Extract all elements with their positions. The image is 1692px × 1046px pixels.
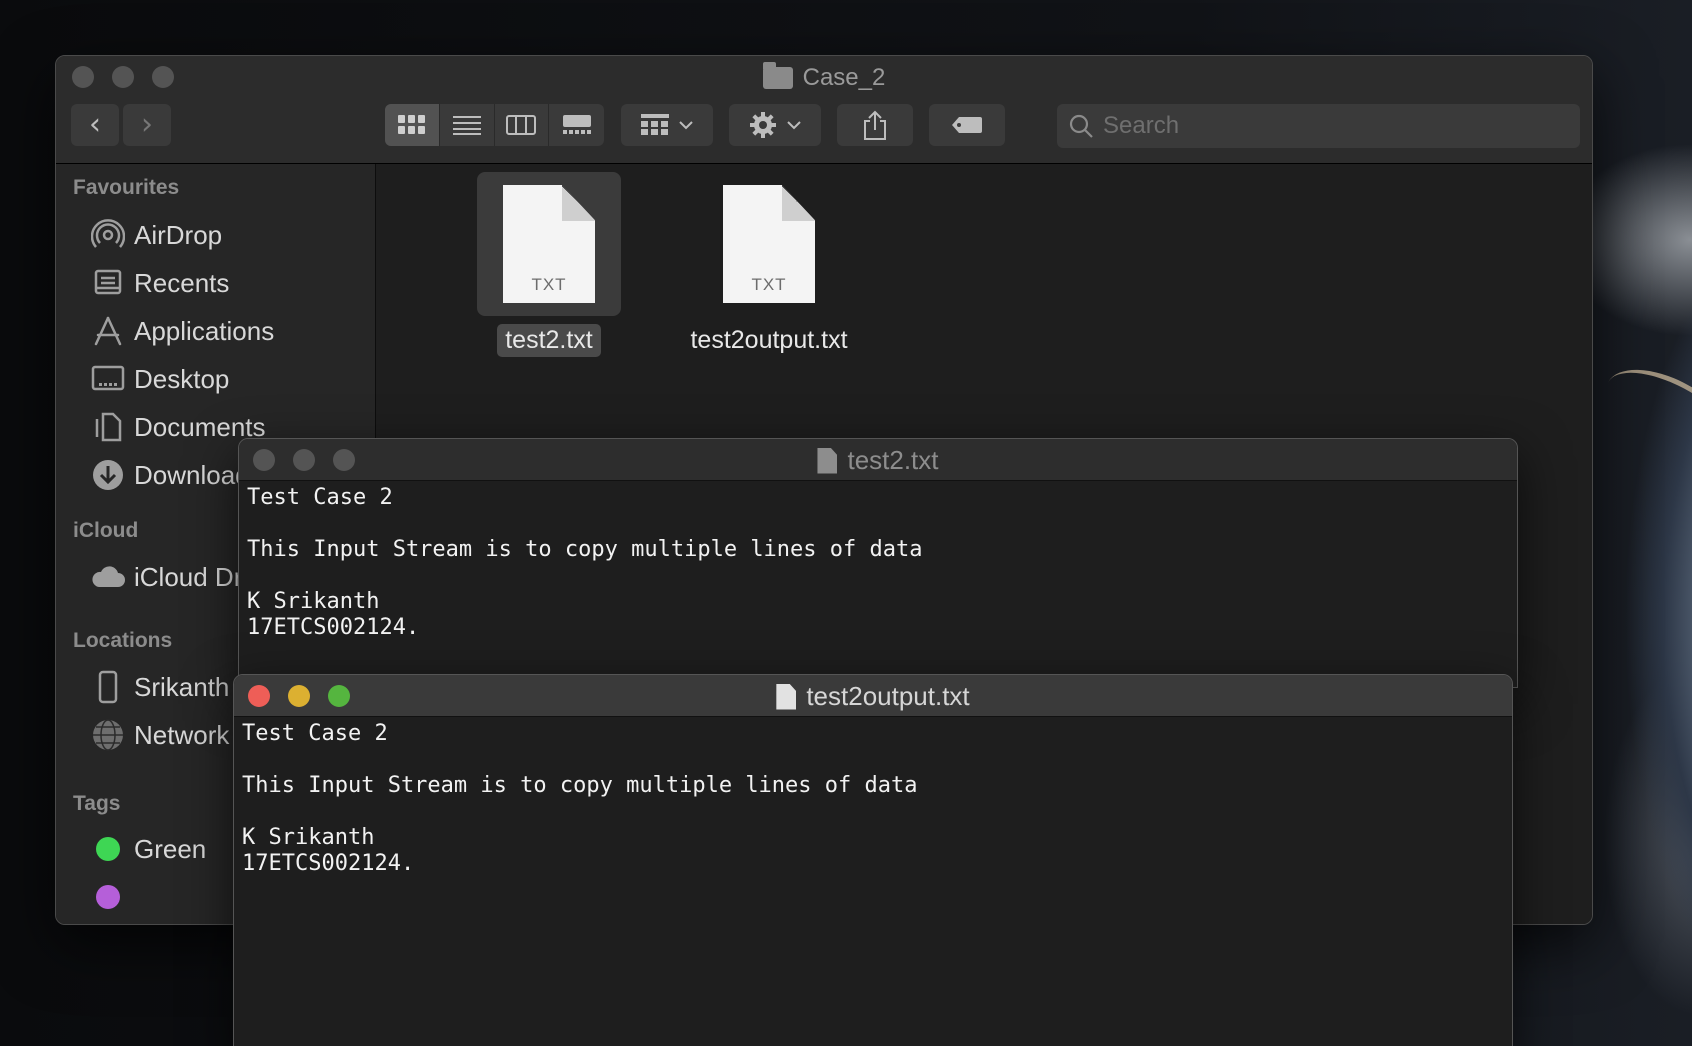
- text-line: This Input Stream is to copy multiple li…: [247, 537, 923, 562]
- network-icon: [90, 717, 126, 753]
- sidebar-item-tag-purple[interactable]: [90, 876, 126, 918]
- group-icon: [641, 114, 669, 135]
- textedit-titlebar: test2.txt: [239, 439, 1517, 481]
- text-line: Test Case 2: [247, 485, 393, 510]
- downloads-icon: [90, 457, 126, 493]
- chevron-down-icon: [787, 121, 801, 130]
- sidebar-header-locations: Locations: [73, 629, 173, 652]
- iphone-icon: [90, 669, 126, 705]
- sidebar-item-label: Srikanth: [134, 671, 230, 702]
- file-thumbnail: TXT: [697, 172, 841, 316]
- sidebar-item-tag-green[interactable]: Green: [90, 828, 206, 870]
- text-file-icon: TXT: [723, 185, 815, 303]
- sidebar-item-label: AirDrop: [134, 219, 223, 250]
- document-icon: [776, 683, 797, 710]
- chevron-down-icon: [679, 121, 693, 130]
- sidebar-header-favourites: Favourites: [73, 176, 180, 199]
- textedit-title: test2.txt: [239, 445, 1517, 476]
- sidebar-item-label: Green: [134, 833, 207, 864]
- gallery-view-icon: [562, 115, 591, 134]
- chevron-right-icon: ›: [141, 107, 153, 142]
- airdrop-icon: [90, 217, 126, 253]
- finder-title-text: Case_2: [802, 64, 886, 91]
- sidebar-item-label: Desktop: [134, 363, 230, 394]
- text-editor-area[interactable]: Test Case 2 This Input Stream is to copy …: [234, 717, 1512, 881]
- search-input[interactable]: [1103, 112, 1563, 140]
- finder-titlebar: Case_2 ‹ ›: [56, 56, 1592, 164]
- gallery-view-button[interactable]: [549, 104, 604, 146]
- share-button[interactable]: [837, 104, 913, 146]
- column-view-button[interactable]: [495, 104, 550, 146]
- file-thumbnail: TXT: [477, 172, 621, 316]
- text-line: K Srikanth: [247, 589, 380, 614]
- share-icon: [864, 110, 886, 140]
- sidebar-item-airdrop[interactable]: AirDrop: [90, 214, 222, 256]
- document-icon: [817, 447, 838, 474]
- sidebar-item-desktop[interactable]: Desktop: [90, 358, 229, 400]
- chevron-left-icon: ‹: [89, 107, 101, 142]
- sidebar-item-iphone[interactable]: Srikanth: [90, 666, 229, 708]
- text-line: [242, 799, 1504, 825]
- textedit-window-test2: test2.txt Test Case 2 This Input Stream i…: [238, 438, 1518, 688]
- applications-icon: [90, 313, 126, 349]
- list-view-icon: [452, 116, 481, 135]
- file-item[interactable]: TXT test2output.txt: [664, 172, 874, 357]
- forward-button[interactable]: ›: [123, 104, 171, 146]
- view-mode-control: [385, 104, 604, 146]
- sidebar-item-downloads[interactable]: Downloads: [90, 454, 263, 496]
- sidebar-item-recents[interactable]: Recents: [90, 262, 229, 304]
- documents-icon: [90, 409, 126, 445]
- purple-tag-dot: [90, 879, 126, 915]
- file-name: test2output.txt: [690, 326, 848, 354]
- textedit-title-text: test2.txt: [847, 445, 939, 475]
- finder-title: Case_2: [56, 62, 1592, 92]
- icloud-icon: [90, 559, 126, 595]
- text-line: This Input Stream is to copy multiple li…: [242, 773, 918, 798]
- action-button[interactable]: [729, 104, 821, 146]
- file-extension: TXT: [751, 275, 787, 294]
- textedit-title: test2output.txt: [234, 681, 1512, 712]
- text-line: 17ETCS002124.: [247, 615, 420, 640]
- textedit-titlebar: test2output.txt: [234, 675, 1512, 717]
- back-button[interactable]: ‹: [71, 104, 119, 146]
- green-tag-dot: [90, 831, 126, 867]
- sidebar-header-tags: Tags: [73, 792, 121, 815]
- folder-icon: [762, 62, 793, 89]
- text-line: [247, 511, 1509, 537]
- list-view-button[interactable]: [440, 104, 495, 146]
- icon-view-button[interactable]: [385, 104, 440, 146]
- recents-icon: [90, 265, 126, 301]
- sidebar-item-label: Recents: [134, 267, 230, 298]
- tag-button[interactable]: [929, 104, 1005, 146]
- desktop-icon: [90, 361, 126, 397]
- search-icon: [1069, 114, 1093, 138]
- textedit-window-test2output: test2output.txt Test Case 2 This Input St…: [233, 674, 1513, 1046]
- sidebar-item-label: Network: [134, 719, 230, 750]
- gear-icon: [750, 112, 776, 138]
- text-file-icon: TXT: [503, 185, 595, 303]
- text-line: 17ETCS002124.: [242, 851, 415, 876]
- file-name: test2.txt: [497, 324, 601, 357]
- text-line: [242, 747, 1504, 773]
- text-line: [247, 563, 1509, 589]
- textedit-title-text: test2output.txt: [806, 681, 970, 711]
- search-field[interactable]: [1057, 104, 1580, 148]
- text-editor-area[interactable]: Test Case 2 This Input Stream is to copy …: [239, 481, 1517, 645]
- sidebar-header-icloud: iCloud: [73, 519, 139, 542]
- group-button[interactable]: [621, 104, 713, 146]
- sidebar-item-applications[interactable]: Applications: [90, 310, 274, 352]
- text-line: Test Case 2: [242, 721, 388, 746]
- file-item[interactable]: TXT test2.txt: [444, 172, 654, 357]
- sidebar-item-network[interactable]: Network: [90, 714, 229, 756]
- column-view-icon: [506, 115, 537, 135]
- tag-icon: [952, 117, 982, 133]
- icon-view-icon: [397, 115, 425, 134]
- file-extension: TXT: [531, 275, 567, 294]
- text-line: K Srikanth: [242, 825, 375, 850]
- sidebar-item-label: Applications: [134, 315, 275, 346]
